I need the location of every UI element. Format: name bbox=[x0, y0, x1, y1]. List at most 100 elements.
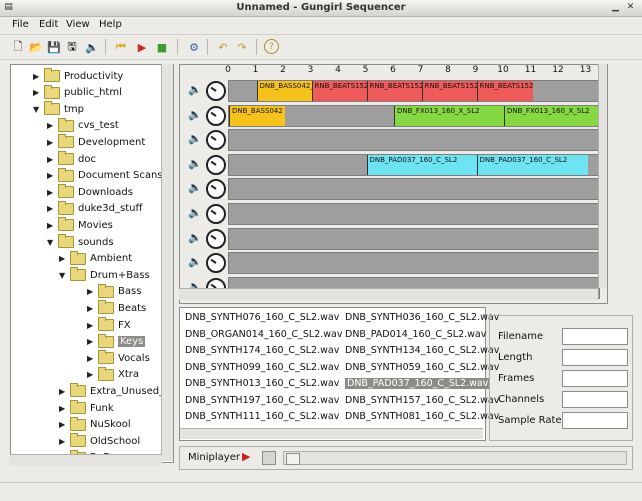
menu-file[interactable]: File bbox=[12, 19, 29, 30]
collapsed-arrow-icon[interactable]: ▶ bbox=[59, 420, 67, 429]
tree-item[interactable]: ▶ doc bbox=[47, 151, 96, 166]
tree-vertical-scrollbar[interactable] bbox=[161, 64, 173, 461]
sample-file-item[interactable]: DNB_SYNTH174_160_C_SL2.wav bbox=[185, 345, 339, 356]
tree-item[interactable]: ▶ Productivity bbox=[33, 68, 123, 83]
sample-file-item[interactable]: DNB_ORGAN014_160_C_SL2.wav bbox=[185, 329, 342, 340]
speaker-mute-icon[interactable]: 🔈 bbox=[188, 83, 202, 97]
collapsed-arrow-icon[interactable]: ▶ bbox=[47, 188, 55, 197]
track-lane[interactable] bbox=[228, 227, 600, 250]
tree-item[interactable]: ▶ Beats bbox=[87, 300, 146, 315]
audio-clip[interactable]: DNB_FX013_160_X_SL2 bbox=[394, 105, 505, 126]
sample-file-item[interactable]: DNB_PAD037_160_C_SL2.wav bbox=[345, 378, 491, 389]
tree-item[interactable]: ▶ Downloads bbox=[47, 184, 133, 199]
collapsed-arrow-icon[interactable]: ▶ bbox=[33, 88, 41, 97]
miniplayer-progress-bar[interactable] bbox=[283, 451, 627, 465]
volume-knob[interactable] bbox=[206, 228, 226, 249]
speaker-mute-icon[interactable]: 🔈 bbox=[188, 181, 202, 195]
stop-icon[interactable]: ■ bbox=[154, 39, 170, 55]
help-icon[interactable]: ? bbox=[264, 39, 279, 54]
collapsed-arrow-icon[interactable]: ▶ bbox=[59, 437, 67, 446]
expanded-arrow-icon[interactable]: ▼ bbox=[47, 238, 55, 247]
tree-item[interactable]: ▶ Bass bbox=[87, 283, 141, 299]
tree-item[interactable]: ▶ Document Scans bbox=[47, 167, 163, 183]
track-lane[interactable]: DNB_BASS042_1 RNB_BEATS152 RNB_BEATS152 RNB… bbox=[228, 80, 600, 102]
collapsed-arrow-icon[interactable]: ▶ bbox=[47, 204, 55, 213]
audio-settings-icon[interactable]: 🔈 bbox=[84, 39, 100, 55]
tree-item[interactable]: ▼ Drum+Bass bbox=[59, 267, 150, 282]
collapsed-arrow-icon[interactable]: ▶ bbox=[87, 370, 95, 379]
speaker-mute-icon[interactable]: 🔈 bbox=[188, 231, 202, 245]
sample-file-item[interactable]: DNB_SYNTH099_160_C_SL2.wav bbox=[185, 362, 339, 373]
audio-clip[interactable]: RNB_BEATS152 bbox=[311, 81, 368, 101]
speaker-mute-icon[interactable]: 🔈 bbox=[188, 132, 202, 146]
collapsed-arrow-icon[interactable]: ▶ bbox=[87, 321, 95, 330]
track-lane[interactable] bbox=[228, 252, 600, 275]
speaker-mute-icon[interactable]: 🔈 bbox=[188, 255, 202, 269]
track-lane[interactable] bbox=[228, 129, 600, 152]
tracks-vertical-scrollbar[interactable] bbox=[598, 64, 607, 288]
collapsed-arrow-icon[interactable]: ▶ bbox=[59, 387, 67, 396]
sample-rate-field[interactable] bbox=[562, 412, 628, 429]
collapsed-arrow-icon[interactable]: ▶ bbox=[33, 72, 41, 81]
tree-item[interactable]: ▶ Funk bbox=[59, 400, 114, 415]
audio-clip[interactable]: DNB_PAD037_160_C_SL2 bbox=[366, 154, 478, 175]
collapsed-arrow-icon[interactable]: ▶ bbox=[87, 354, 95, 363]
speaker-mute-icon[interactable]: 🔈 bbox=[188, 157, 202, 171]
collapsed-arrow-icon[interactable]: ▶ bbox=[47, 155, 55, 164]
track-lane[interactable] bbox=[228, 203, 600, 225]
expanded-arrow-icon[interactable]: ▼ bbox=[59, 271, 67, 280]
sample-file-item[interactable]: DNB_SYNTH134_160_C_SL2.wav bbox=[345, 345, 499, 356]
menu-view[interactable]: View bbox=[66, 19, 90, 30]
sample-file-item[interactable]: DNB_SYNTH157_160_C_SL2.wav bbox=[345, 395, 499, 406]
collapsed-arrow-icon[interactable]: ▶ bbox=[59, 254, 67, 263]
volume-knob[interactable] bbox=[206, 204, 226, 224]
tree-item[interactable]: ▶ Movies bbox=[47, 217, 113, 232]
speaker-mute-icon[interactable]: 🔈 bbox=[188, 206, 202, 220]
volume-knob[interactable] bbox=[206, 130, 226, 151]
miniplayer-play-icon[interactable]: ▶ bbox=[242, 450, 250, 463]
tree-item[interactable]: ▶ OldSchool bbox=[59, 433, 140, 448]
minimize-icon[interactable]: ▁ bbox=[610, 2, 621, 13]
volume-knob[interactable] bbox=[206, 179, 226, 200]
tree-item[interactable]: ▼ tmp bbox=[33, 101, 84, 116]
audio-clip[interactable]: RNB_BEATS152 bbox=[476, 81, 533, 101]
tree-item[interactable]: ▶ Vocals bbox=[87, 350, 150, 365]
menu-help[interactable]: Help bbox=[99, 19, 122, 30]
sample-file-item[interactable]: DNB_SYNTH081_160_C_SL2.wav bbox=[345, 411, 499, 422]
tracks-horizontal-scrollbar[interactable] bbox=[179, 288, 598, 300]
tree-item[interactable]: ▶ public_html bbox=[33, 84, 122, 100]
save-as-icon[interactable]: 🖫 bbox=[64, 39, 80, 55]
new-file-icon[interactable]: 🗋 bbox=[10, 39, 26, 55]
tree-item[interactable]: ▶ FX bbox=[87, 317, 131, 332]
volume-knob[interactable] bbox=[206, 253, 226, 274]
filename-field[interactable] bbox=[562, 328, 628, 345]
expanded-arrow-icon[interactable]: ▼ bbox=[33, 105, 41, 114]
audio-clip[interactable]: DNB_BASS042_1 bbox=[256, 81, 313, 101]
sample-list[interactable]: DNB_SYNTH076_160_C_SL2.wav DNB_ORGAN014_1… bbox=[179, 307, 499, 441]
audio-clip[interactable]: DNB_PAD037_160_C_SL2 bbox=[476, 154, 588, 175]
length-field[interactable] bbox=[562, 349, 628, 366]
tree-item[interactable]: ▼ sounds bbox=[47, 234, 114, 249]
timeline-ruler[interactable]: 0 1 2 3 4 5 6 7 8 9 10 11 12 13 bbox=[225, 64, 605, 78]
track-lane[interactable]: DNB_BASS042 DNB_FX013_160_X_SL2 DNB_FX013_… bbox=[228, 104, 600, 127]
collapsed-arrow-icon[interactable]: ▶ bbox=[47, 171, 55, 180]
volume-knob[interactable] bbox=[206, 81, 226, 101]
open-folder-icon[interactable]: 📂 bbox=[28, 39, 44, 55]
redo-icon[interactable]: ↷ bbox=[234, 39, 250, 55]
sample-file-item[interactable]: DNB_SYNTH076_160_C_SL2.wav bbox=[185, 312, 339, 323]
rewind-icon[interactable]: ⏮ bbox=[113, 39, 129, 55]
save-icon[interactable]: 💾 bbox=[46, 39, 62, 55]
collapsed-arrow-icon[interactable]: ▶ bbox=[87, 337, 95, 346]
sample-file-item[interactable]: DNB_SYNTH197_160_C_SL2.wav bbox=[185, 395, 339, 406]
tree-item[interactable]: ▶ Development bbox=[47, 134, 145, 149]
audio-clip[interactable]: DNB_BASS042 bbox=[229, 105, 285, 126]
tree-item[interactable]: ▶ duke3d_stuff bbox=[47, 200, 142, 216]
volume-knob[interactable] bbox=[206, 105, 226, 126]
sample-list-scrollbar[interactable] bbox=[180, 428, 483, 439]
collapsed-arrow-icon[interactable]: ▶ bbox=[47, 138, 55, 147]
tree-item[interactable]: ▶ Xtra bbox=[87, 366, 139, 382]
sample-file-item[interactable]: DNB_PAD014_160_C_SL2.wav bbox=[345, 329, 486, 340]
speaker-mute-icon[interactable]: 🔈 bbox=[188, 108, 202, 122]
miniplayer-progress-handle[interactable] bbox=[286, 453, 300, 465]
play-icon[interactable]: ▶ bbox=[134, 39, 150, 55]
